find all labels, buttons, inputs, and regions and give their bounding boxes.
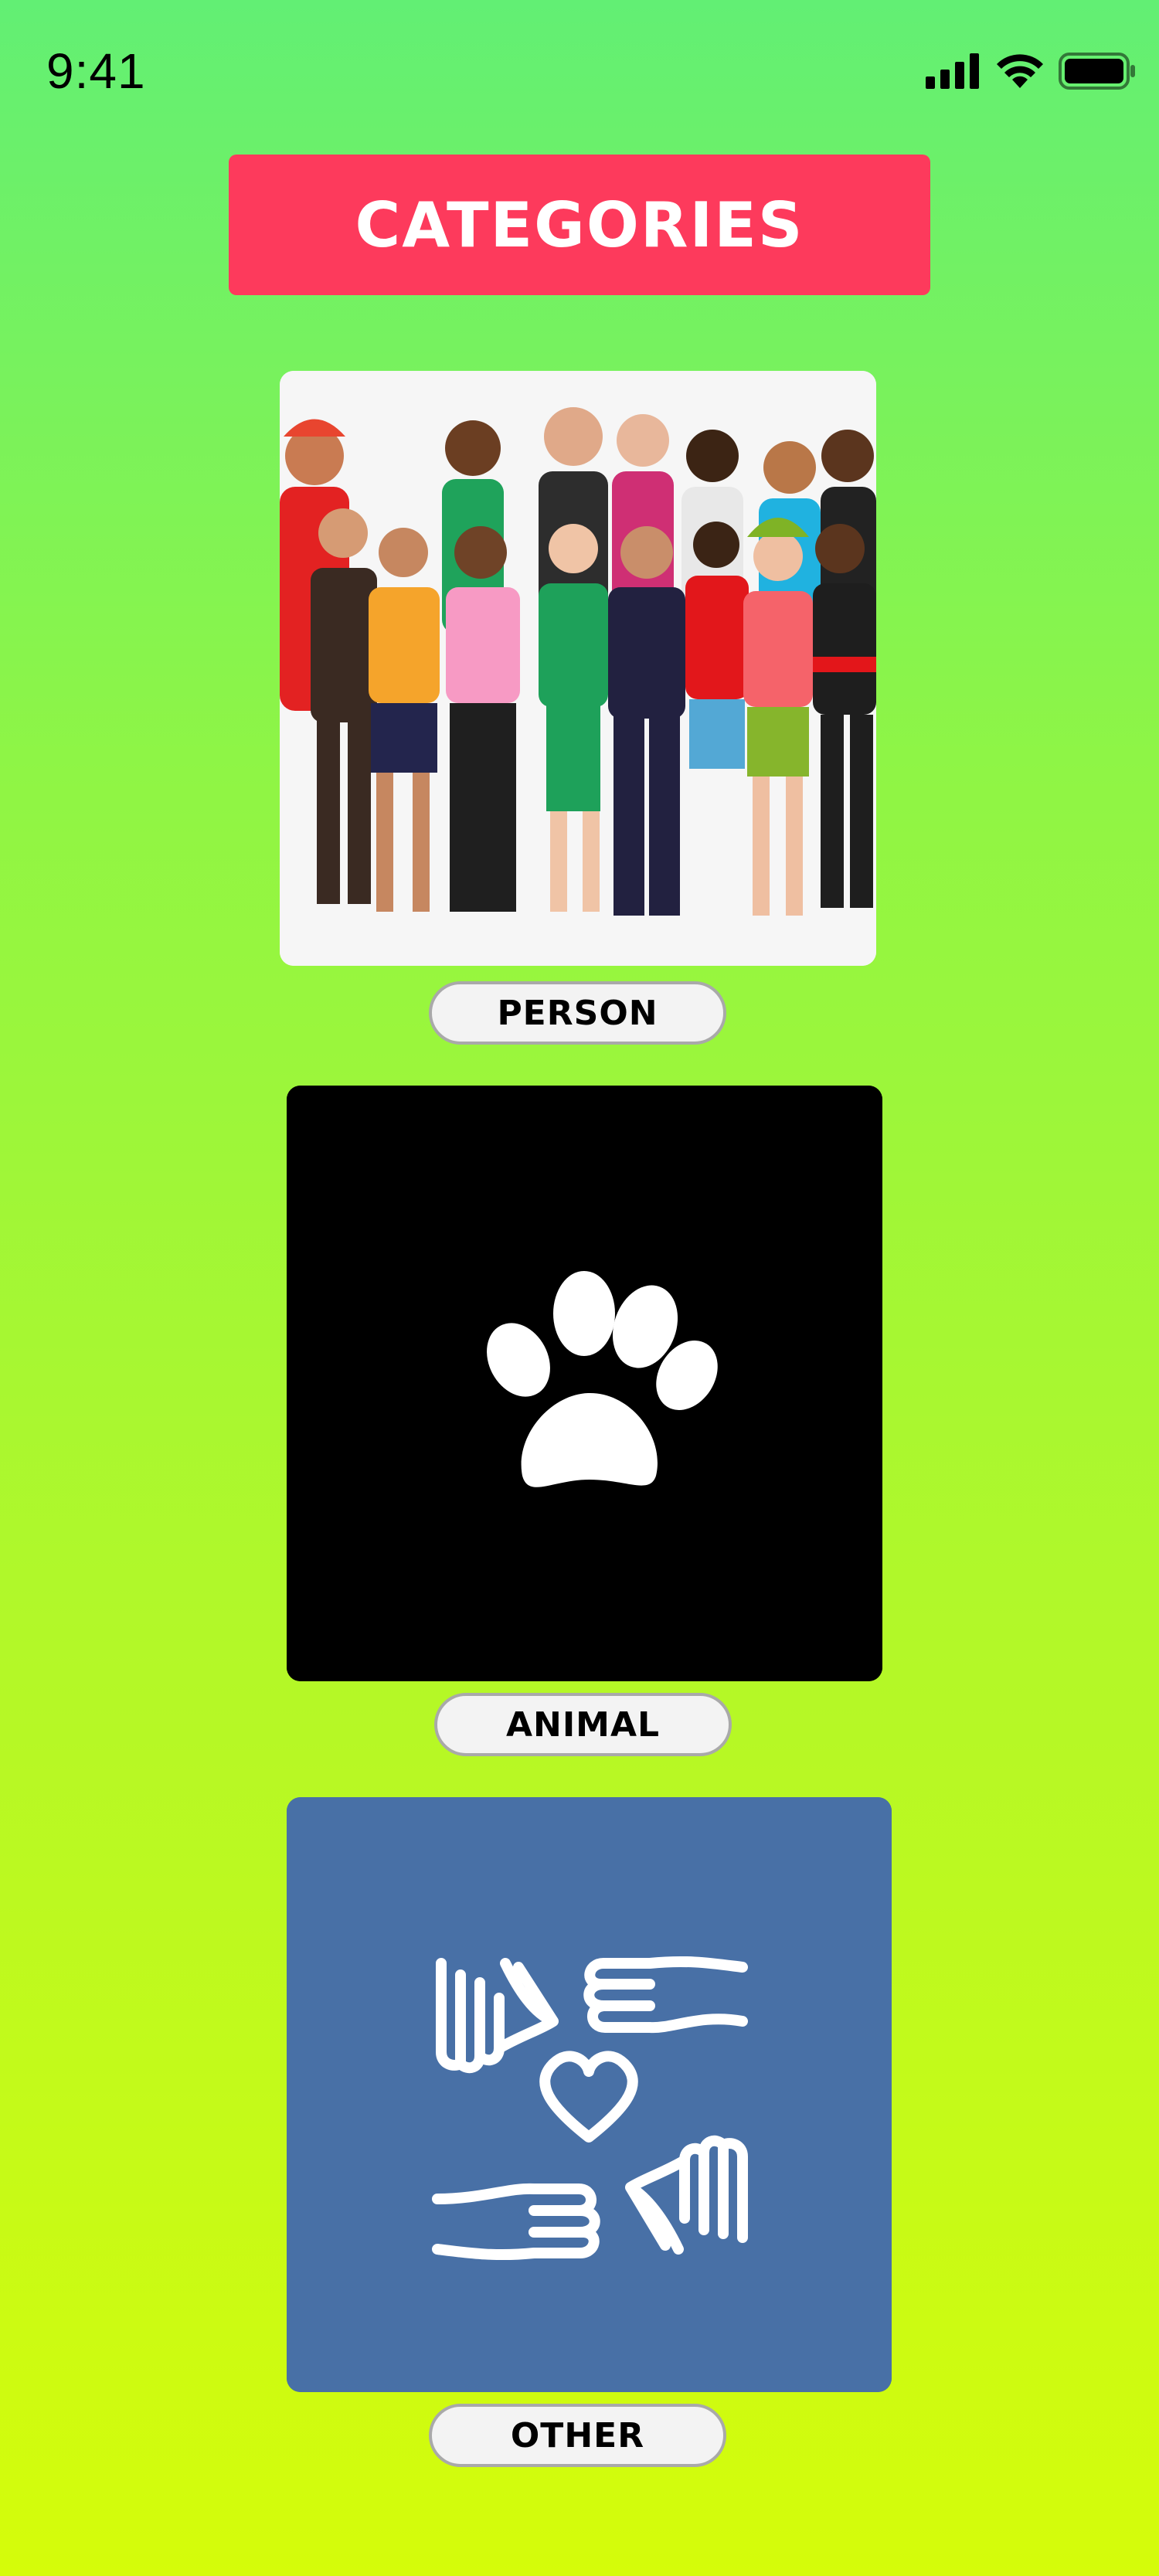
wifi-icon [997, 54, 1043, 88]
cellular-signal-icon [926, 53, 979, 89]
crowd-of-people-illustration [280, 371, 876, 966]
status-bar: 9:41 [0, 0, 1159, 139]
person-category-card[interactable] [280, 371, 876, 966]
paw-print-icon [287, 1086, 882, 1681]
animal-category-label[interactable]: ANIMAL [434, 1693, 732, 1756]
helping-hands-heart-icon [287, 1797, 892, 2392]
categories-header: CATEGORIES [229, 155, 930, 295]
page-title: CATEGORIES [355, 189, 804, 261]
status-time: 9:41 [46, 43, 146, 99]
person-category-label[interactable]: PERSON [429, 981, 726, 1045]
animal-category-card[interactable] [287, 1086, 882, 1681]
battery-icon [1059, 53, 1135, 90]
other-category-card[interactable] [287, 1797, 892, 2392]
status-icons [926, 53, 1136, 90]
other-category-label[interactable]: OTHER [429, 2404, 726, 2467]
